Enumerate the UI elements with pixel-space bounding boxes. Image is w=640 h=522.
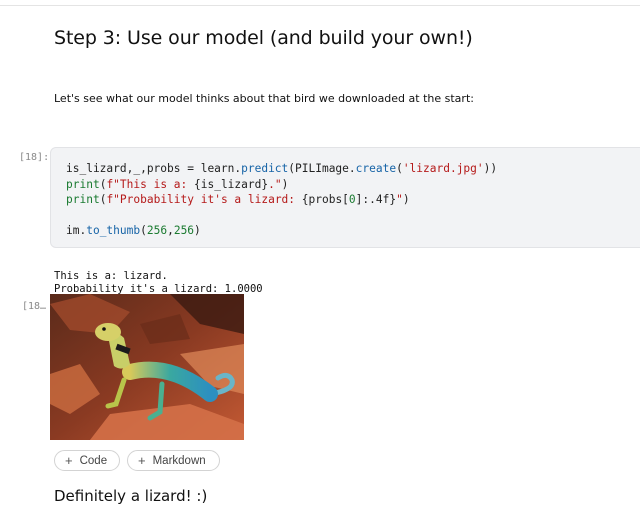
code-text: ( — [140, 224, 147, 237]
output-prompt: [18… — [22, 301, 47, 312]
code-text: ) — [194, 224, 201, 237]
code-text: ( — [396, 162, 403, 175]
code-editor[interactable]: is_lizard,_,probs = learn.predict(PILIma… — [66, 161, 497, 239]
lizard-image — [50, 294, 244, 440]
code-number: 256 — [146, 224, 168, 237]
code-text: ) — [281, 177, 289, 191]
add-markdown-cell-button[interactable]: + Markdown — [127, 450, 220, 471]
top-divider — [0, 5, 640, 6]
code-keyword: print — [66, 177, 100, 191]
code-function: create — [355, 162, 397, 175]
code-text: , — [167, 224, 174, 237]
code-string: " — [396, 193, 403, 206]
plus-icon: + — [138, 453, 146, 468]
code-text: {probs[ — [301, 193, 349, 206]
output-line: Probability it's a lizard: 1.0000 — [54, 282, 263, 295]
code-string: f"This is a: — [106, 177, 194, 191]
code-number: 0 — [348, 193, 356, 206]
add-code-cell-button[interactable]: + Code — [54, 450, 120, 471]
code-function: predict — [241, 162, 289, 175]
code-text: {is_lizard} — [194, 177, 269, 191]
code-keyword: print — [66, 193, 100, 206]
code-text: is_lizard,_,probs = learn. — [66, 162, 242, 175]
plus-icon: + — [65, 453, 73, 468]
output-line: This is a: lizard. — [54, 270, 168, 282]
add-code-label: Code — [79, 454, 108, 467]
code-text: ) — [402, 193, 410, 206]
add-markdown-label: Markdown — [152, 454, 206, 467]
cell-output-text: This is a: lizard. Probability it's a li… — [54, 270, 263, 295]
code-text: ]:.4f} — [355, 193, 397, 206]
code-text: )) — [483, 162, 498, 175]
section-heading: Step 3: Use our model (and build your ow… — [54, 27, 473, 49]
conclusion-text: Definitely a lizard! :) — [54, 487, 208, 505]
code-function: to_thumb — [86, 224, 141, 237]
input-prompt: [18]: — [19, 152, 50, 163]
code-string: ." — [268, 177, 282, 191]
code-text: im. — [66, 224, 87, 237]
code-string: 'lizard.jpg' — [402, 162, 484, 175]
code-number: 256 — [173, 224, 195, 237]
code-cell[interactable]: is_lizard,_,probs = learn.predict(PILIma… — [50, 147, 640, 248]
code-string: f"Probability it's a lizard: — [106, 193, 302, 206]
intro-paragraph: Let's see what our model thinks about th… — [54, 92, 474, 105]
code-text: (PILImage. — [288, 162, 356, 175]
